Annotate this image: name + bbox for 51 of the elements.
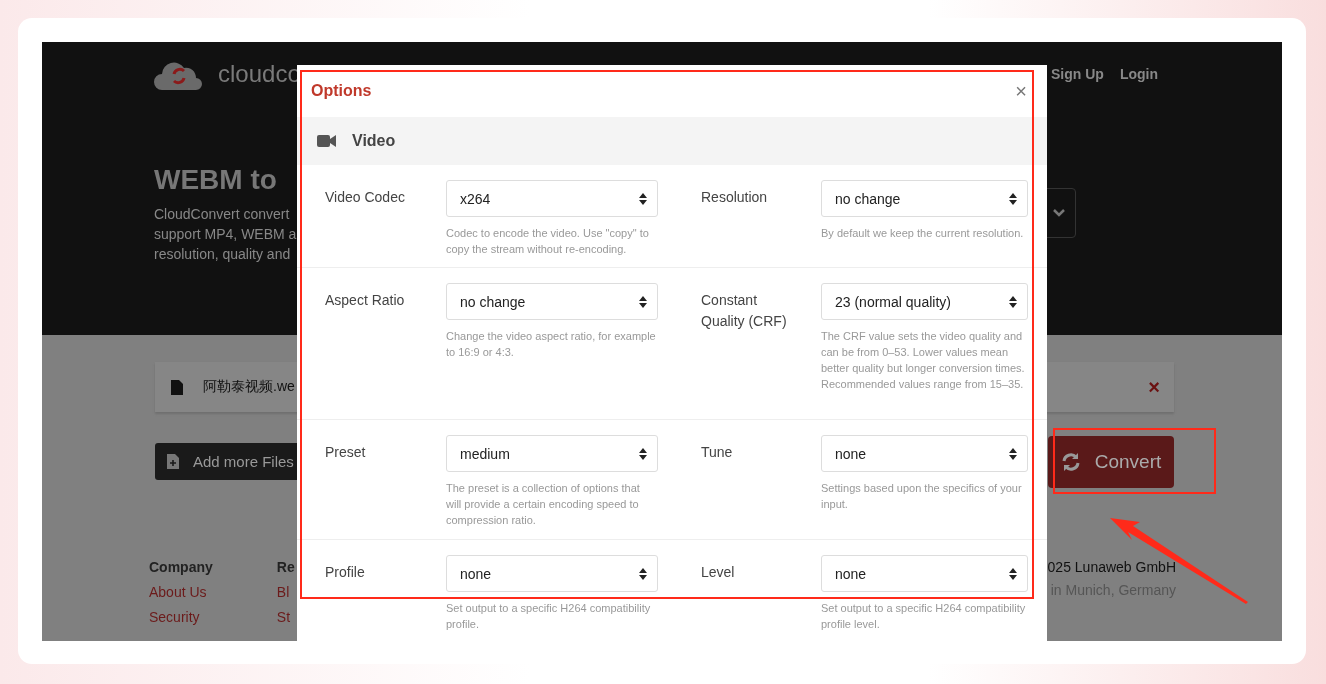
field-label: Resolution: [701, 188, 769, 207]
dialog-title: Options: [311, 82, 372, 100]
help-text: Set output to a specific H264 compatibility profile level.: [821, 601, 1027, 632]
remove-button[interactable]: ×: [1148, 375, 1160, 399]
intro-text: support MP4, WEBM a: [154, 225, 297, 244]
footer-heading: Company: [149, 559, 213, 575]
updown-icon: [1009, 567, 1017, 580]
field-label: Tune: [701, 443, 734, 462]
field-label: Constant Quality (CRF): [701, 291, 788, 331]
section-title: Video: [352, 132, 396, 150]
help-text: Set output to a specific H264 compatibility profile.: [446, 601, 652, 632]
updown-icon: [639, 567, 647, 580]
select-field[interactable]: none: [821, 435, 1028, 472]
updown-icon: [639, 447, 647, 460]
updown-icon: [1009, 192, 1017, 205]
copyright-text: 025 Lunaweb GmbH: [1047, 559, 1176, 575]
field-label: Video Codec: [325, 188, 406, 207]
help-text: By default we keep the current resolution.: [821, 226, 1025, 241]
updown-icon: [1009, 295, 1017, 308]
select-field[interactable]: no change: [446, 283, 658, 320]
field-label: Aspect Ratio: [325, 291, 406, 310]
select-field[interactable]: no change: [821, 180, 1028, 217]
nav-link[interactable]: Sign Up: [1051, 66, 1104, 82]
file-icon: [171, 379, 183, 395]
select-field[interactable]: none: [446, 555, 658, 592]
video-camera-icon: [317, 135, 336, 147]
help-text: Change the video aspect ratio, for example to 16:9 or 4:3.: [446, 329, 657, 360]
updown-icon: [639, 295, 647, 308]
chevron-icon: [1053, 209, 1065, 217]
help-text: The preset is a collection of options that will provide a certain encoding speed to compression ratio.: [446, 481, 641, 528]
select-field[interactable]: medium: [446, 435, 658, 472]
intro-text: CloudConvert convert: [154, 205, 291, 224]
file-add-icon: [167, 454, 179, 469]
close-button[interactable]: ×: [1015, 79, 1027, 103]
field-label: Level: [701, 563, 736, 582]
select-field[interactable]: 23 (normal quality): [821, 283, 1028, 320]
refresh-icon: [1060, 452, 1081, 472]
help-text: Codec to encode the video. Use "copy" to copy the stream without re-encoding.: [446, 226, 650, 257]
updown-icon: [639, 192, 647, 205]
updown-icon: [1009, 447, 1017, 460]
help-text: The CRF value sets the video quality and can be from 0–53. Lower values mean better quality but longer conversion times. Recommended values range from 15–35.: [821, 329, 1026, 392]
help-text: Settings based upon the specifics of your input.: [821, 481, 1023, 512]
footer-heading: Re: [276, 559, 295, 575]
field-label: Profile: [325, 563, 366, 582]
select-field[interactable]: none: [821, 555, 1028, 592]
file-name: 阿勒泰视频.we: [203, 378, 295, 396]
nav-link[interactable]: Login: [1119, 66, 1158, 82]
intro-text: resolution, quality and: [154, 245, 292, 264]
select-field[interactable]: x264: [446, 180, 658, 217]
convert-button[interactable]: Convert: [1048, 436, 1174, 488]
page-heading: WEBM to: [154, 164, 278, 196]
